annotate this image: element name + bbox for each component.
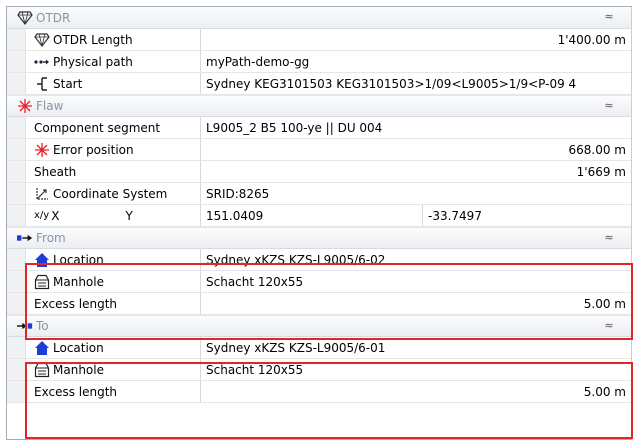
category-flaw[interactable]: Flaw ≈ xyxy=(7,95,632,117)
property-value[interactable]: 5.00 m xyxy=(201,293,632,314)
otdr-diamond-icon xyxy=(34,32,50,48)
collapse-otdr-icon[interactable]: ≈ xyxy=(602,10,616,23)
collapse-from-icon[interactable]: ≈ xyxy=(602,231,616,244)
row-start[interactable]: Start Sydney KEG3101503 KEG3101503>1/09<… xyxy=(7,73,632,95)
flaw-star-icon xyxy=(34,142,50,158)
row-otdr-length[interactable]: OTDR Length 1'400.00 m xyxy=(7,29,632,51)
collapse-to-icon[interactable]: ≈ xyxy=(602,319,616,332)
property-value[interactable]: myPath-demo-gg xyxy=(201,51,632,72)
from-arrow-icon xyxy=(17,230,33,246)
property-label: Start xyxy=(53,76,83,91)
manhole-icon xyxy=(34,274,50,290)
x-value[interactable]: 151.0409 xyxy=(201,205,423,226)
property-label: Location xyxy=(53,252,104,267)
grid-right-edge xyxy=(631,7,632,439)
otdr-diamond-icon xyxy=(17,10,33,26)
row-component-segment[interactable]: Component segment L9005_2 B5 100-ye || D… xyxy=(7,117,632,139)
property-label: Manhole xyxy=(53,362,104,377)
row-from-excess-length[interactable]: Excess length 5.00 m xyxy=(7,293,632,315)
category-title-otdr: OTDR xyxy=(36,10,71,25)
coordinate-axes-icon xyxy=(34,186,50,202)
property-label: Physical path xyxy=(53,54,133,69)
manhole-icon xyxy=(34,362,50,378)
row-physical-path[interactable]: Physical path myPath-demo-gg xyxy=(7,51,632,73)
category-title-to: To xyxy=(36,319,49,333)
collapse-flaw-icon[interactable]: ≈ xyxy=(602,99,616,112)
property-label: OTDR Length xyxy=(53,32,133,47)
property-value[interactable]: Sydney xKZS KZS-L9005/6-01 xyxy=(201,337,632,358)
location-house-icon xyxy=(34,340,50,356)
property-value[interactable]: 668.00 m xyxy=(201,139,632,160)
property-label: Sheath xyxy=(34,164,77,179)
property-label: Excess length xyxy=(34,296,118,311)
property-value[interactable]: 1'669 m xyxy=(201,161,632,182)
xy-prefix: x/y xyxy=(34,210,50,221)
to-arrow-icon xyxy=(17,318,33,334)
category-otdr[interactable]: OTDR ≈ xyxy=(7,7,632,29)
property-value[interactable]: Sydney KEG3101503 KEG3101503>1/09<L9005>… xyxy=(201,73,632,94)
property-value[interactable]: Schacht 120x55 xyxy=(201,271,632,292)
row-sheath[interactable]: Sheath 1'669 m xyxy=(7,161,632,183)
property-label: Excess length xyxy=(34,384,118,399)
property-label: Location xyxy=(53,340,104,355)
start-bracket-icon xyxy=(34,76,50,92)
row-error-position[interactable]: Error position 668.00 m xyxy=(7,139,632,161)
property-label: Coordinate System xyxy=(53,186,168,201)
category-title-from: From xyxy=(36,231,66,245)
property-label: Error position xyxy=(53,142,134,157)
flaw-star-icon xyxy=(17,98,33,114)
property-value[interactable]: L9005_2 B5 100-ye || DU 004 xyxy=(201,117,632,138)
property-value[interactable]: SRID:8265 xyxy=(201,183,632,204)
property-value[interactable]: 1'400.00 m xyxy=(201,29,632,50)
property-value[interactable]: 5.00 m xyxy=(201,381,632,402)
category-to[interactable]: To ≈ xyxy=(7,315,632,337)
x-label: X xyxy=(51,208,60,223)
y-value[interactable]: -33.7497 xyxy=(423,205,632,226)
row-coordinate-system[interactable]: Coordinate System SRID:8265 xyxy=(7,183,632,205)
y-label: Y xyxy=(125,208,133,223)
path-dots-icon xyxy=(34,54,50,70)
property-value[interactable]: Schacht 120x55 xyxy=(201,359,632,380)
row-from-manhole[interactable]: Manhole Schacht 120x55 xyxy=(7,271,632,293)
row-to-manhole[interactable]: Manhole Schacht 120x55 xyxy=(7,359,632,381)
property-label: Manhole xyxy=(53,274,104,289)
row-to-location[interactable]: Location Sydney xKZS KZS-L9005/6-01 xyxy=(7,337,632,359)
category-title-flaw: Flaw xyxy=(36,99,64,113)
property-label: Component segment xyxy=(34,120,161,135)
property-grid: OTDR ≈ OTDR Length 1'400.00 m Physical p… xyxy=(6,6,632,440)
row-from-location[interactable]: Location Sydney xKZS KZS-L9005/6-02 xyxy=(7,249,632,271)
category-from[interactable]: From ≈ xyxy=(7,227,632,249)
row-xy[interactable]: x/y X Y 151.0409 -33.7497 xyxy=(7,205,632,227)
property-value[interactable]: Sydney xKZS KZS-L9005/6-02 xyxy=(201,249,632,270)
row-to-excess-length[interactable]: Excess length 5.00 m xyxy=(7,381,632,403)
location-house-icon xyxy=(34,252,50,268)
